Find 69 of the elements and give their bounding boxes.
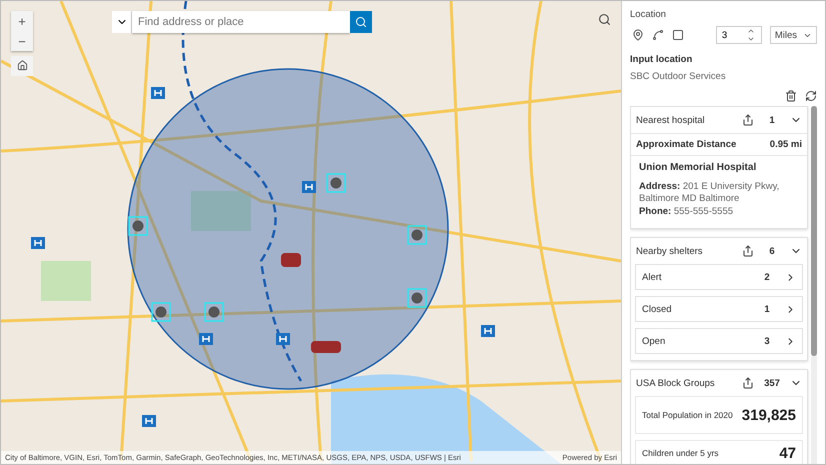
square-icon <box>672 29 684 41</box>
home-icon <box>16 60 28 70</box>
shelter-icon[interactable] <box>204 302 224 322</box>
distance-label: Approximate Distance <box>636 139 736 150</box>
polygon-tool-button[interactable] <box>670 27 686 43</box>
shelter-icon[interactable] <box>128 216 148 236</box>
hospital-icon <box>302 181 316 193</box>
export-button[interactable] <box>742 377 754 390</box>
search-button[interactable] <box>350 11 372 33</box>
line-tool-button[interactable] <box>650 27 666 43</box>
export-button[interactable] <box>742 114 754 126</box>
location-label: Location <box>630 9 667 20</box>
decrement-icon[interactable] <box>746 35 755 43</box>
share-icon <box>742 114 754 126</box>
refresh-button[interactable] <box>805 90 817 102</box>
stat-value: 47 <box>779 444 796 462</box>
increment-icon[interactable] <box>746 27 755 35</box>
stat-label: Children under 5 yrs <box>642 448 719 458</box>
address-text: Address: 201 E University Pkwy, Baltimore MD Baltimore <box>639 181 780 206</box>
stat-value: 319,825 <box>742 406 796 424</box>
park-area <box>191 191 251 231</box>
shelter-category-item[interactable]: Open 3 <box>635 328 803 354</box>
distance-field[interactable]: 3 <box>716 26 762 44</box>
home-button[interactable] <box>11 56 33 76</box>
search-icon <box>598 13 611 26</box>
input-location-value: SBC Outdoor Services <box>630 71 727 82</box>
zoom-in-button[interactable]: + <box>11 11 33 31</box>
stat-label: Total Population in 2020 <box>642 410 733 420</box>
hospital-icon <box>142 415 156 427</box>
shelter-icon[interactable] <box>407 288 427 308</box>
section-count: 6 <box>768 246 776 257</box>
shelter-category-item[interactable]: Alert 2 <box>635 264 803 290</box>
hospital-icon <box>31 237 45 249</box>
hospital-icon <box>151 87 165 99</box>
section-title: USA Block Groups <box>636 378 716 389</box>
phone-text: Phone: 555-555-5555 <box>639 206 734 218</box>
section-title: Nearest hospital <box>636 114 706 126</box>
section-count: 1 <box>768 114 776 126</box>
section-header[interactable]: Nearby shelters 6 <box>631 238 807 264</box>
shelter-category-item[interactable]: Closed 1 <box>635 296 803 322</box>
refresh-icon <box>805 90 817 102</box>
shelter-icon[interactable] <box>151 302 171 322</box>
hospital-icon <box>481 325 495 337</box>
zoom-out-button[interactable]: − <box>11 31 33 51</box>
search-icon <box>355 16 367 28</box>
export-button[interactable] <box>742 245 754 258</box>
delete-button[interactable] <box>785 90 797 102</box>
shelter-icon[interactable] <box>407 225 427 245</box>
section-count: 357 <box>763 378 781 389</box>
distance-value: 0.95 mi <box>770 139 802 150</box>
scrollbar[interactable] <box>811 106 817 464</box>
search-field[interactable]: Find address or place <box>132 11 350 33</box>
section-header[interactable]: Nearest hospital 1 <box>631 107 807 133</box>
share-icon <box>742 377 754 390</box>
pin-icon <box>632 29 644 41</box>
section-title: Nearby shelters <box>636 246 704 257</box>
shelter-icon[interactable] <box>326 173 346 193</box>
search-button[interactable] <box>598 13 611 26</box>
trash-icon <box>785 90 797 102</box>
search-source-dropdown[interactable] <box>112 11 132 33</box>
section-header[interactable]: USA Block Groups 357 <box>631 370 807 396</box>
park-area <box>41 261 91 301</box>
hospital-name: Union Memorial Hospital <box>639 162 758 173</box>
hospital-icon <box>199 333 213 345</box>
unit-select[interactable]: Miles <box>770 26 817 44</box>
line-icon <box>652 29 664 41</box>
input-location-label: Input location <box>630 54 694 65</box>
hospital-icon <box>276 333 290 345</box>
share-icon <box>742 245 754 258</box>
